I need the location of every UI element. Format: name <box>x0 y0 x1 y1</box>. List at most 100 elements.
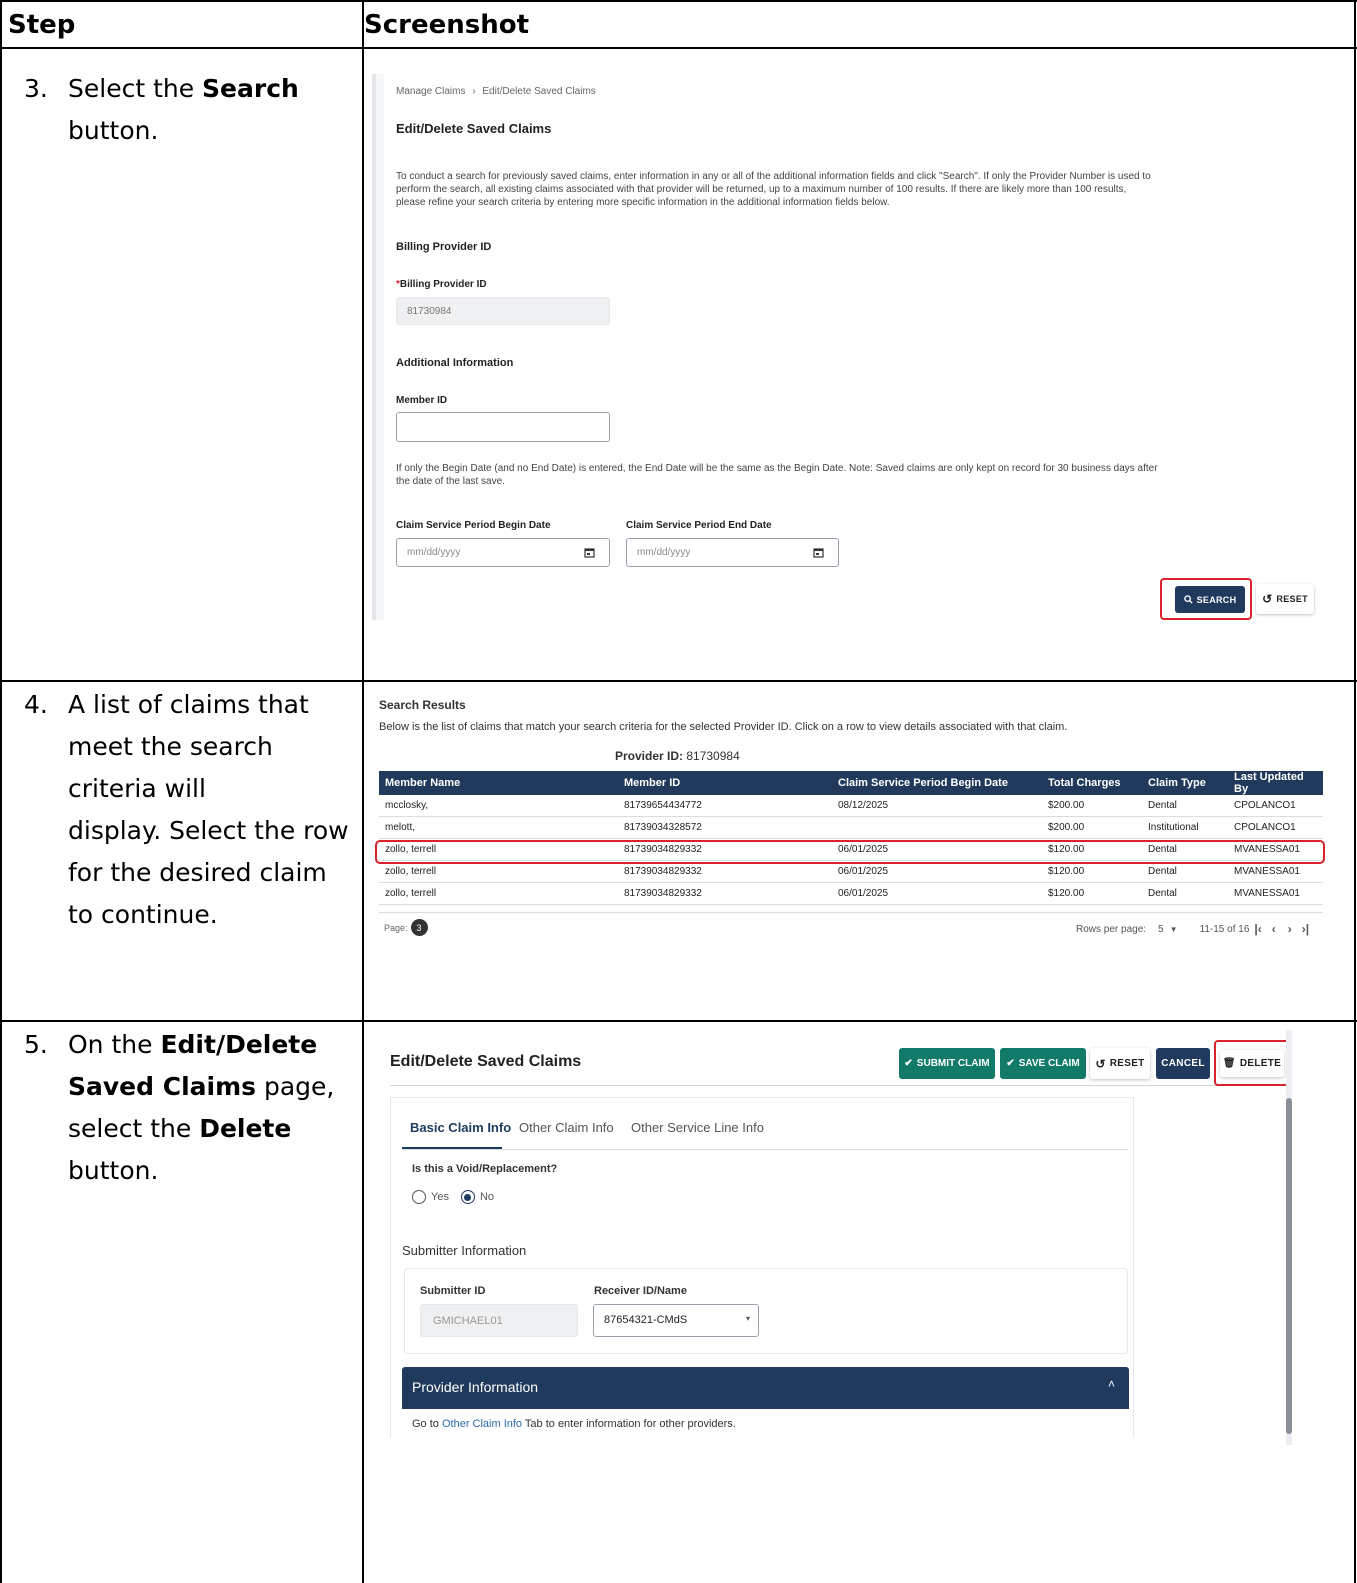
highlight-delete-button <box>1214 1040 1290 1086</box>
cell-total-charges: $120.00 <box>1042 882 1142 905</box>
submit-claim-button[interactable]: ✔ SUBMIT CLAIM <box>899 1048 995 1079</box>
void-replacement-radios: Yes No <box>412 1190 494 1204</box>
cell-member-name: zollo, terrell <box>379 882 618 905</box>
end-date-placeholder: mm/dd/yyyy <box>637 547 691 558</box>
provider-id-label: Provider ID: <box>615 749 684 763</box>
step-text: button. <box>68 116 159 145</box>
pagination-left: Page: 3 <box>384 919 428 936</box>
receiver-label: Receiver ID/Name <box>594 1285 687 1297</box>
rows-per-page-label: Rows per page: <box>1076 923 1147 935</box>
reset-button[interactable]: ↺ RESET <box>1090 1048 1150 1079</box>
step-text: meet the search <box>68 732 273 761</box>
cell-claim-type: Dental <box>1142 882 1228 905</box>
tab-other-claim-info[interactable]: Other Claim Info <box>519 1120 614 1135</box>
table-row[interactable]: zollo, terrell 81739034829332 06/01/2025… <box>379 882 1323 905</box>
cell-member-id: 81739654434772 <box>618 795 832 817</box>
member-id-input[interactable] <box>396 412 610 442</box>
calendar-icon[interactable] <box>813 547 824 558</box>
first-page-icon[interactable]: |‹ <box>1254 922 1261 936</box>
step-text-bold: Saved Claims <box>68 1072 257 1101</box>
radio-yes[interactable] <box>412 1190 426 1204</box>
previous-page-icon[interactable]: ‹ <box>1272 922 1276 936</box>
check-icon: ✔ <box>1006 1058 1015 1069</box>
void-replacement-label: Is this a Void/Replacement? <box>412 1163 558 1175</box>
breadcrumb-current: Edit/Delete Saved Claims <box>482 86 596 97</box>
table-border-top <box>0 0 1357 2</box>
scrollbar-thumb[interactable] <box>1286 1098 1292 1434</box>
save-claim-label: SAVE CLAIM <box>1018 1058 1080 1069</box>
cell-begin-date: 06/01/2025 <box>832 882 1042 905</box>
reset-icon: ↺ <box>1262 592 1273 606</box>
end-date-input[interactable]: mm/dd/yyyy <box>626 538 839 567</box>
step-text-bold: Edit/Delete <box>160 1030 318 1059</box>
table-row[interactable]: melott, 81739034328572 $200.00 Instituti… <box>379 816 1323 839</box>
step-5-text: 5. On the Edit/Delete Saved Claims page,… <box>24 1024 354 1204</box>
table-border-right <box>1354 0 1356 1583</box>
date-note-line: If only the Begin Date (and no End Date)… <box>396 463 1158 474</box>
scrollbar-track[interactable] <box>1286 1030 1292 1445</box>
step-text-bold: Delete <box>199 1114 292 1143</box>
end-date-label: Claim Service Period End Date <box>626 520 772 531</box>
step-3-text: 3. Select the Search button. <box>24 68 354 158</box>
cell-claim-type: Dental <box>1142 795 1228 817</box>
other-claim-info-link[interactable]: Other Claim Info <box>442 1418 522 1430</box>
table-rule <box>0 1020 1357 1022</box>
column-header[interactable]: Member Name <box>379 771 618 795</box>
hint-text: Go to <box>412 1418 442 1430</box>
date-note: If only the Begin Date (and no End Date)… <box>396 462 1336 488</box>
tab-other-service-line-info[interactable]: Other Service Line Info <box>631 1120 764 1135</box>
column-header[interactable]: Claim Service Period Begin Date <box>832 771 1042 795</box>
receiver-select[interactable]: 87654321-CMdS ▾ <box>593 1304 759 1337</box>
begin-date-label: Claim Service Period Begin Date <box>396 520 551 531</box>
breadcrumb-manage-claims[interactable]: Manage Claims <box>396 86 465 97</box>
save-claim-button[interactable]: ✔ SAVE CLAIM <box>1000 1048 1086 1079</box>
table-rule <box>0 680 1357 682</box>
next-page-icon[interactable]: › <box>1288 922 1292 936</box>
column-header[interactable]: Last Updated By <box>1228 771 1323 795</box>
table-row[interactable]: mcclosky, 81739654434772 08/12/2025 $200… <box>379 795 1323 817</box>
receiver-value: 87654321-CMdS <box>604 1314 688 1326</box>
calendar-icon[interactable] <box>584 547 595 558</box>
cell-begin-date: 08/12/2025 <box>832 795 1042 817</box>
date-note-line: the date of the last save. <box>396 476 505 487</box>
radio-no-label: No <box>479 1191 495 1203</box>
page-label: Page: <box>384 922 408 933</box>
tab-basic-claim-info[interactable]: Basic Claim Info <box>410 1120 511 1135</box>
provider-section-header[interactable]: Provider Information ˄ <box>402 1367 1129 1409</box>
submitter-id-label: Submitter ID <box>420 1285 486 1297</box>
begin-date-input[interactable]: mm/dd/yyyy <box>396 538 610 567</box>
chevron-down-icon[interactable]: ▾ <box>746 1314 750 1323</box>
current-page-badge[interactable]: 3 <box>410 919 428 936</box>
rows-per-page-select[interactable]: 5 <box>1158 924 1164 935</box>
column-header[interactable]: Claim Type <box>1142 771 1228 795</box>
check-icon: ✔ <box>904 1058 913 1069</box>
hint-text: Tab to enter information for other provi… <box>522 1418 736 1430</box>
chevron-down-icon[interactable]: ▼ <box>1170 925 1178 934</box>
last-page-icon[interactable]: ›| <box>1302 922 1309 936</box>
breadcrumb-separator: › <box>472 86 476 97</box>
step-text: to continue. <box>68 900 218 929</box>
column-header[interactable]: Member ID <box>618 771 832 795</box>
cancel-button[interactable]: CANCEL <box>1156 1048 1210 1079</box>
step-text: A list of claims that <box>68 690 309 719</box>
step-text: Select the <box>68 74 203 103</box>
cell-last-updated-by: CPOLANCO1 <box>1228 795 1323 817</box>
provider-info-hint: Go to Other Claim Info Tab to enter info… <box>412 1418 736 1430</box>
page-range: 11-15 of 16 <box>1199 923 1250 935</box>
step-number: 3. <box>24 74 48 103</box>
intro-line: perform the search, all existing claims … <box>396 184 1127 195</box>
highlight-selected-row <box>375 840 1325 864</box>
step-number: 5. <box>24 1030 48 1059</box>
billing-label: *Billing Provider ID <box>396 279 487 290</box>
reset-button[interactable]: ↺ RESET <box>1256 584 1314 614</box>
column-header[interactable]: Total Charges <box>1042 771 1142 795</box>
chevron-up-icon[interactable]: ˄ <box>1108 1377 1115 1391</box>
header-step: Step <box>8 10 76 40</box>
radio-no[interactable] <box>460 1190 475 1204</box>
begin-date-placeholder: mm/dd/yyyy <box>407 547 461 558</box>
cell-last-updated-by: CPOLANCO1 <box>1228 816 1323 839</box>
divider <box>379 912 1323 913</box>
step-text-bold: Search <box>202 74 299 103</box>
intro-line: please refine your search criteria by en… <box>396 197 890 208</box>
cell-member-name: mcclosky, <box>379 795 618 817</box>
